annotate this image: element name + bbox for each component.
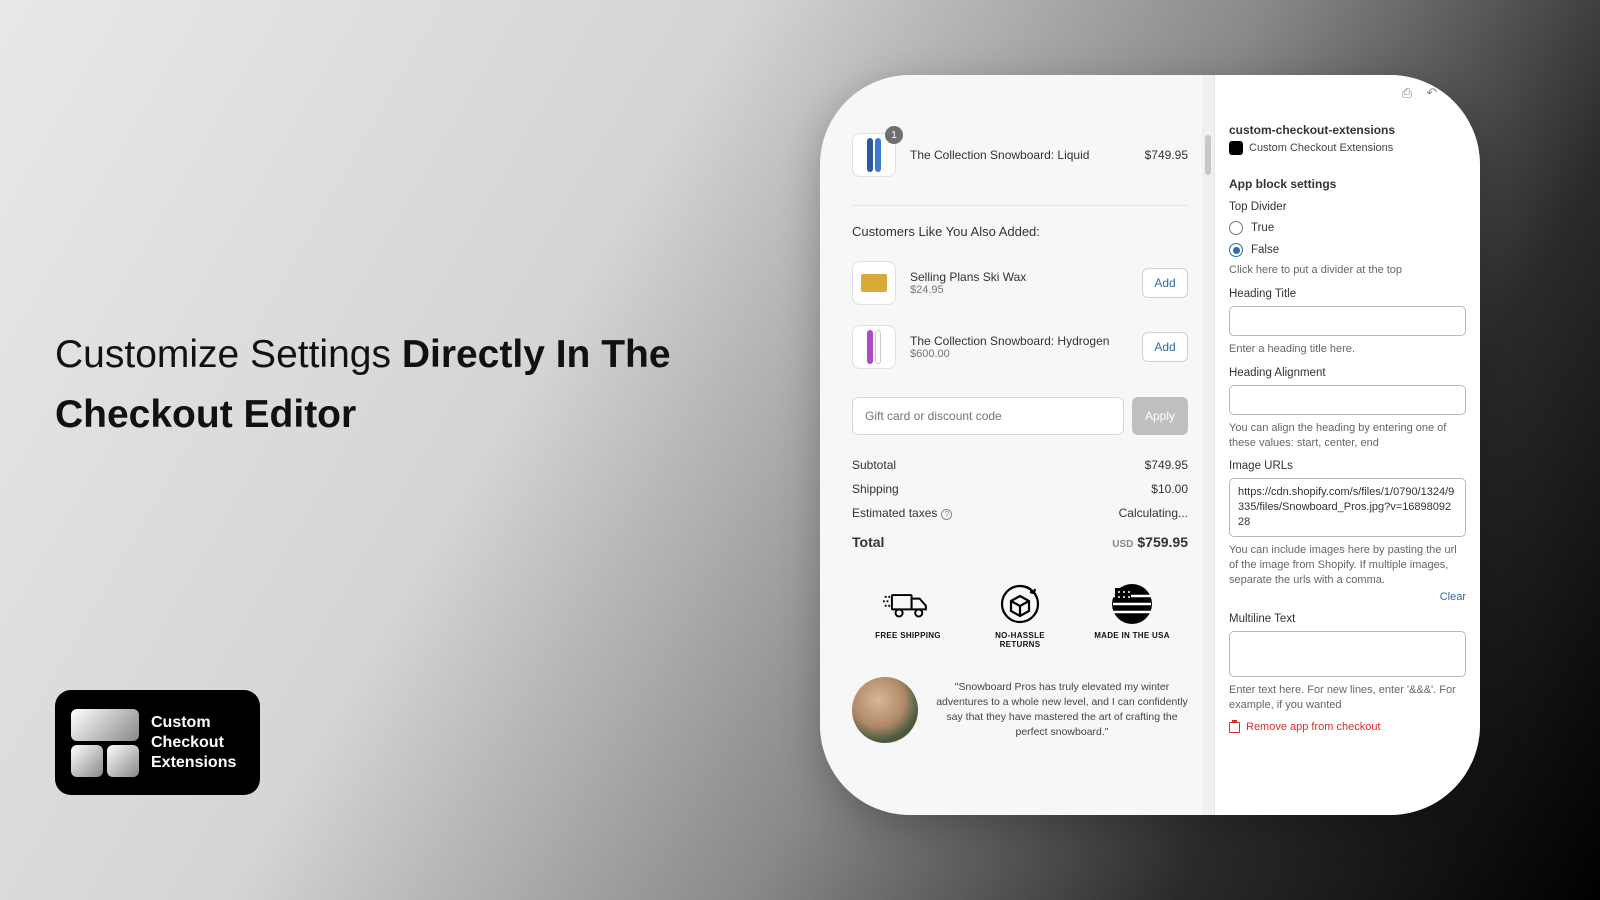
total-value: USD$759.95 [1112, 534, 1188, 550]
multiline-label: Multiline Text [1229, 613, 1466, 625]
returns-icon [995, 583, 1045, 625]
image-urls-help: You can include images here by pasting t… [1229, 543, 1466, 588]
discount-code-input[interactable] [852, 397, 1124, 435]
order-totals: Subtotal $749.95 Shipping $10.00 Estimat… [852, 453, 1188, 555]
trust-badge: FREE SHIPPING [863, 583, 953, 649]
clear-link[interactable]: Clear [1229, 591, 1466, 603]
trust-badge: NO-HASSLE RETURNS [975, 583, 1065, 649]
heading-title-help: Enter a heading title here. [1229, 342, 1466, 357]
heading-alignment-help: You can align the heading by entering on… [1229, 421, 1466, 451]
trust-badge: MADE IN THE USA [1087, 583, 1177, 649]
testimonial-quote: "Snowboard Pros has truly elevated my wi… [936, 680, 1188, 741]
subtotal-label: Subtotal [852, 458, 896, 472]
heading-title-input[interactable] [1229, 306, 1466, 336]
shipping-value: $10.00 [1151, 482, 1188, 496]
multiline-help: Enter text here. For new lines, enter '&… [1229, 683, 1466, 713]
settings-panel: ⎙ ↶ ↷ custom-checkout-extensions Custom … [1215, 75, 1480, 815]
info-icon[interactable]: ? [941, 509, 952, 520]
add-button[interactable]: Add [1142, 268, 1188, 298]
hero-headline: Customize Settings Directly In The Check… [55, 325, 695, 446]
product-thumbnail: 1 [852, 133, 896, 177]
heading-title-label: Heading Title [1229, 288, 1466, 300]
recommendation-item: Selling Plans Ski Wax $24.95 Add [852, 251, 1188, 315]
remove-app-link[interactable]: Remove app from checkout [1229, 721, 1466, 733]
rec-price: $24.95 [910, 284, 1128, 296]
undo-icon[interactable]: ↶ [1426, 85, 1437, 101]
multiline-input[interactable] [1229, 631, 1466, 677]
truck-icon [883, 583, 933, 625]
checkout-editor-window: 1 The Collection Snowboard: Liquid $749.… [820, 75, 1480, 815]
product-thumbnail [852, 325, 896, 369]
device-preview-icon[interactable]: ⎙ [1402, 85, 1412, 101]
top-divider-help: Click here to put a divider at the top [1229, 263, 1466, 278]
rec-price: $600.00 [910, 348, 1128, 360]
extension-name: custom-checkout-extensions [1229, 123, 1466, 137]
avatar [852, 677, 918, 743]
qty-badge: 1 [885, 126, 903, 144]
add-button[interactable]: Add [1142, 332, 1188, 362]
cart-item-name: The Collection Snowboard: Liquid [910, 148, 1131, 162]
taxes-value: Calculating... [1119, 506, 1188, 520]
checkout-preview-pane: 1 The Collection Snowboard: Liquid $749.… [820, 75, 1215, 815]
headline-part1: Customize Settings [55, 333, 402, 376]
trash-icon [1229, 722, 1240, 733]
total-label: Total [852, 534, 884, 550]
logo-grid-icon [71, 709, 139, 777]
preview-scrollbar[interactable] [1202, 75, 1214, 815]
subtotal-value: $749.95 [1145, 458, 1188, 472]
cart-item-price: $749.95 [1145, 148, 1188, 162]
product-logo-badge: Custom Checkout Extensions [55, 690, 260, 795]
divider [852, 205, 1188, 206]
heading-alignment-label: Heading Alignment [1229, 367, 1466, 379]
testimonial-block: "Snowboard Pros has truly elevated my wi… [852, 677, 1188, 743]
image-urls-input[interactable]: https://cdn.shopify.com/s/files/1/0790/1… [1229, 478, 1466, 537]
usa-flag-icon [1107, 583, 1157, 625]
taxes-label: Estimated taxes? [852, 506, 952, 520]
extension-icon [1229, 141, 1243, 155]
extension-subtitle: Custom Checkout Extensions [1229, 141, 1466, 155]
shipping-label: Shipping [852, 482, 899, 496]
radio-true[interactable]: True [1229, 221, 1466, 235]
recommendation-item: The Collection Snowboard: Hydrogen $600.… [852, 315, 1188, 379]
trust-badges-row: FREE SHIPPING NO-HASSLE RETURNS MADE IN … [852, 583, 1188, 649]
rec-name: The Collection Snowboard: Hydrogen [910, 334, 1128, 348]
apply-button[interactable]: Apply [1132, 397, 1188, 435]
recommendations-title: Customers Like You Also Added: [852, 224, 1188, 239]
top-divider-label: Top Divider [1229, 201, 1466, 213]
cart-line-item: 1 The Collection Snowboard: Liquid $749.… [852, 123, 1188, 187]
heading-alignment-input[interactable] [1229, 385, 1466, 415]
redo-icon[interactable]: ↷ [1451, 85, 1462, 101]
logo-text: Custom Checkout Extensions [151, 713, 236, 773]
app-block-settings-heading: App block settings [1229, 177, 1466, 191]
product-thumbnail [852, 261, 896, 305]
radio-false[interactable]: False [1229, 243, 1466, 257]
rec-name: Selling Plans Ski Wax [910, 270, 1128, 284]
image-urls-label: Image URLs [1229, 460, 1466, 472]
